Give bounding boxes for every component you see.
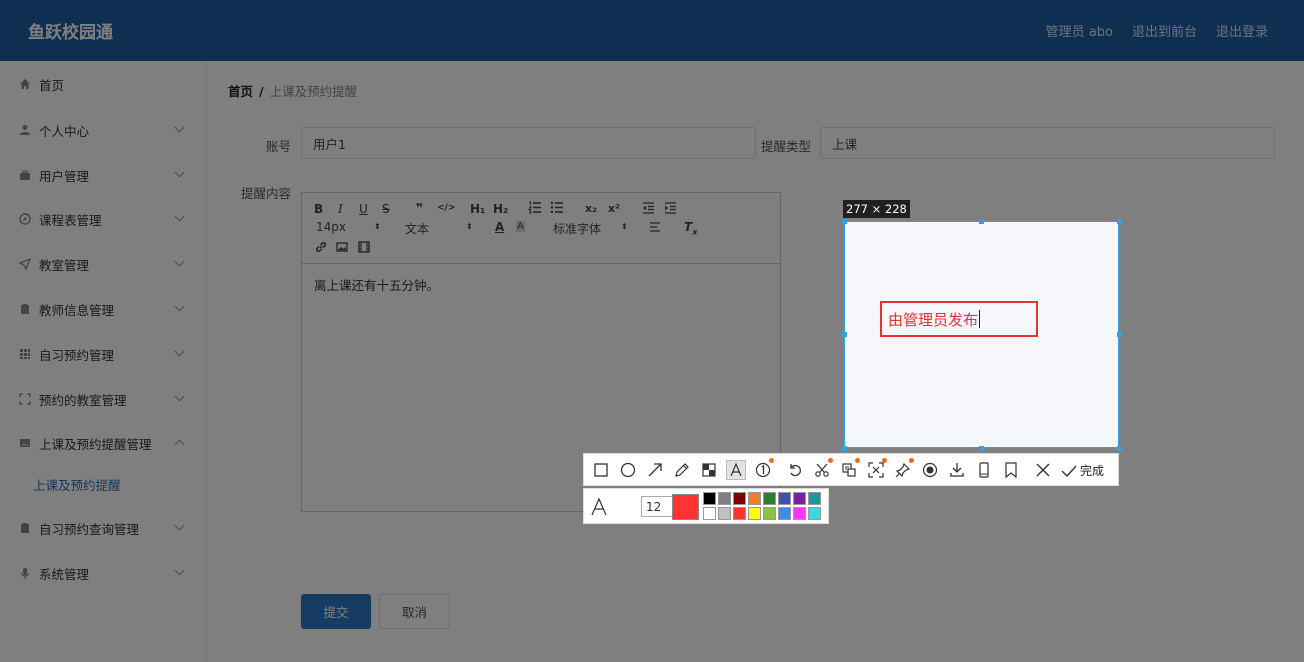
color-swatch[interactable]	[793, 492, 806, 505]
resize-handle[interactable]	[1117, 446, 1122, 451]
color-swatch[interactable]	[733, 507, 746, 520]
undo-icon[interactable]	[786, 461, 804, 479]
selection-size-label: 277 × 228	[843, 200, 910, 218]
text-caret	[979, 310, 981, 328]
color-swatch[interactable]	[808, 492, 821, 505]
color-swatch[interactable]	[763, 507, 776, 520]
number-marker-icon[interactable]	[754, 458, 774, 479]
resize-handle[interactable]	[979, 446, 984, 451]
done-label: 完成	[1080, 464, 1105, 478]
capture-toolbar: 完成	[583, 453, 1119, 486]
text-tool-icon[interactable]	[726, 460, 746, 480]
done-button[interactable]: 完成	[1061, 462, 1104, 479]
color-swatch[interactable]	[748, 492, 761, 505]
close-icon[interactable]	[1034, 461, 1052, 479]
arrow-tool-icon[interactable]	[646, 461, 664, 479]
resize-handle[interactable]	[842, 446, 847, 451]
check-icon	[1061, 465, 1077, 477]
resize-handle[interactable]	[1117, 219, 1122, 224]
font-icon	[590, 497, 608, 516]
resize-handle[interactable]	[842, 219, 847, 224]
rectangle-tool-icon[interactable]	[592, 461, 610, 479]
current-color-swatch[interactable]	[672, 494, 699, 520]
text-annotation: 由管理员发布	[888, 310, 979, 329]
mosaic-tool-icon[interactable]	[700, 461, 718, 479]
color-swatch[interactable]	[703, 507, 716, 520]
color-swatch[interactable]	[763, 492, 776, 505]
text-options-toolbar: 12	[583, 488, 829, 524]
text-annotation-box[interactable]: 由管理员发布	[880, 301, 1038, 337]
ellipse-tool-icon[interactable]	[619, 461, 637, 479]
download-icon[interactable]	[948, 461, 966, 479]
ocr-icon[interactable]	[840, 458, 860, 479]
color-swatch[interactable]	[703, 492, 716, 505]
font-size-value: 12	[646, 499, 662, 514]
scan-icon[interactable]	[867, 458, 887, 479]
bookmark-icon[interactable]	[1002, 461, 1020, 479]
pin-icon[interactable]	[894, 458, 914, 479]
color-swatch[interactable]	[718, 492, 731, 505]
color-swatch[interactable]	[718, 507, 731, 520]
resize-handle[interactable]	[1117, 332, 1122, 337]
record-icon[interactable]	[921, 461, 939, 479]
color-swatch[interactable]	[778, 492, 791, 505]
resize-handle[interactable]	[979, 219, 984, 224]
color-swatch[interactable]	[778, 507, 791, 520]
color-swatch[interactable]	[733, 492, 746, 505]
color-swatch[interactable]	[793, 507, 806, 520]
resize-handle[interactable]	[842, 332, 847, 337]
color-swatch[interactable]	[808, 507, 821, 520]
phone-icon[interactable]	[975, 461, 993, 479]
pencil-tool-icon[interactable]	[673, 461, 691, 479]
color-swatch[interactable]	[748, 507, 761, 520]
cut-icon[interactable]	[813, 458, 833, 479]
